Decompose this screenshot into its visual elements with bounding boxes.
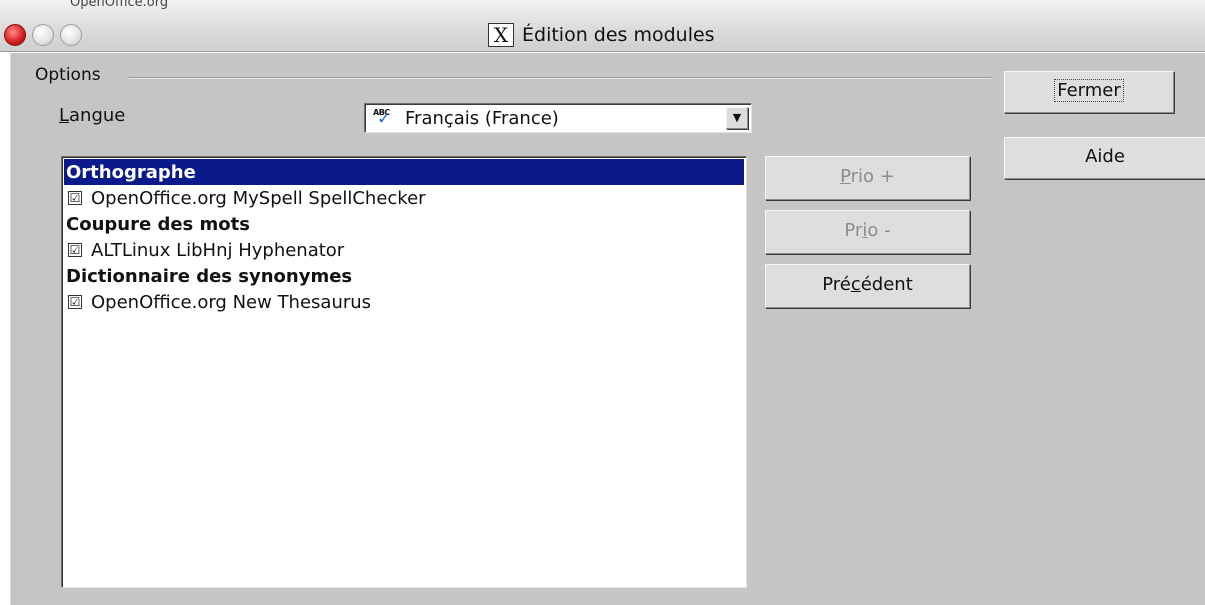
help-button[interactable]: Aide [1004,137,1205,179]
category-spelling[interactable]: Orthographe [64,159,744,185]
category-hyphenation[interactable]: Coupure des mots [64,211,744,237]
window-title-group: X Édition des modules [488,22,715,48]
module-myspell-spellchecker[interactable]: ☑ OpenOffice.org MySpell SpellChecker [64,185,744,211]
language-value: Français (France) [405,107,559,129]
module-libhnj-hyphenator[interactable]: ☑ ALTLinux LibHnj Hyphenator [64,237,744,263]
language-select[interactable]: ABC ✓ Français (France) ▼ [364,103,752,133]
checkbox-checked-icon[interactable]: ☑ [68,295,82,309]
modules-list[interactable]: Orthographe ☑ OpenOffice.org MySpell Spe… [61,156,747,588]
spellcheck-abc-icon: ABC ✓ [373,108,392,129]
dropdown-arrow-icon[interactable]: ▼ [726,107,748,129]
close-button[interactable]: Fermer [1004,71,1174,113]
dialog-body: Options Langue ABC ✓ Français (France) ▼… [10,53,1205,605]
window-title: Édition des modules [522,24,715,46]
background-window-fragment: OpenOffice.org [70,0,169,9]
checkbox-checked-icon[interactable]: ☑ [68,243,82,257]
minimize-window-icon[interactable] [32,24,54,46]
window-titlebar[interactable]: OpenOffice.org X Édition des modules [0,0,1205,52]
x11-app-icon: X [488,23,514,47]
priority-down-button[interactable]: Prio - [765,210,970,254]
options-group-label: Options [35,65,101,85]
zoom-window-icon[interactable] [60,24,82,46]
checkbox-checked-icon[interactable]: ☑ [68,191,82,205]
close-window-icon[interactable] [4,24,26,46]
previous-button[interactable]: Précédent [765,264,970,308]
module-label: OpenOffice.org MySpell SpellChecker [91,187,426,209]
module-label: ALTLinux LibHnj Hyphenator [91,239,345,261]
module-new-thesaurus[interactable]: ☑ OpenOffice.org New Thesaurus [64,289,744,315]
module-label: OpenOffice.org New Thesaurus [91,291,372,313]
language-label: Langue [59,105,126,126]
close-button-label: Fermer [1054,79,1124,102]
category-thesaurus[interactable]: Dictionnaire des synonymes [64,263,744,289]
priority-up-button[interactable]: Prio + [765,156,970,200]
options-group-divider [129,77,991,79]
